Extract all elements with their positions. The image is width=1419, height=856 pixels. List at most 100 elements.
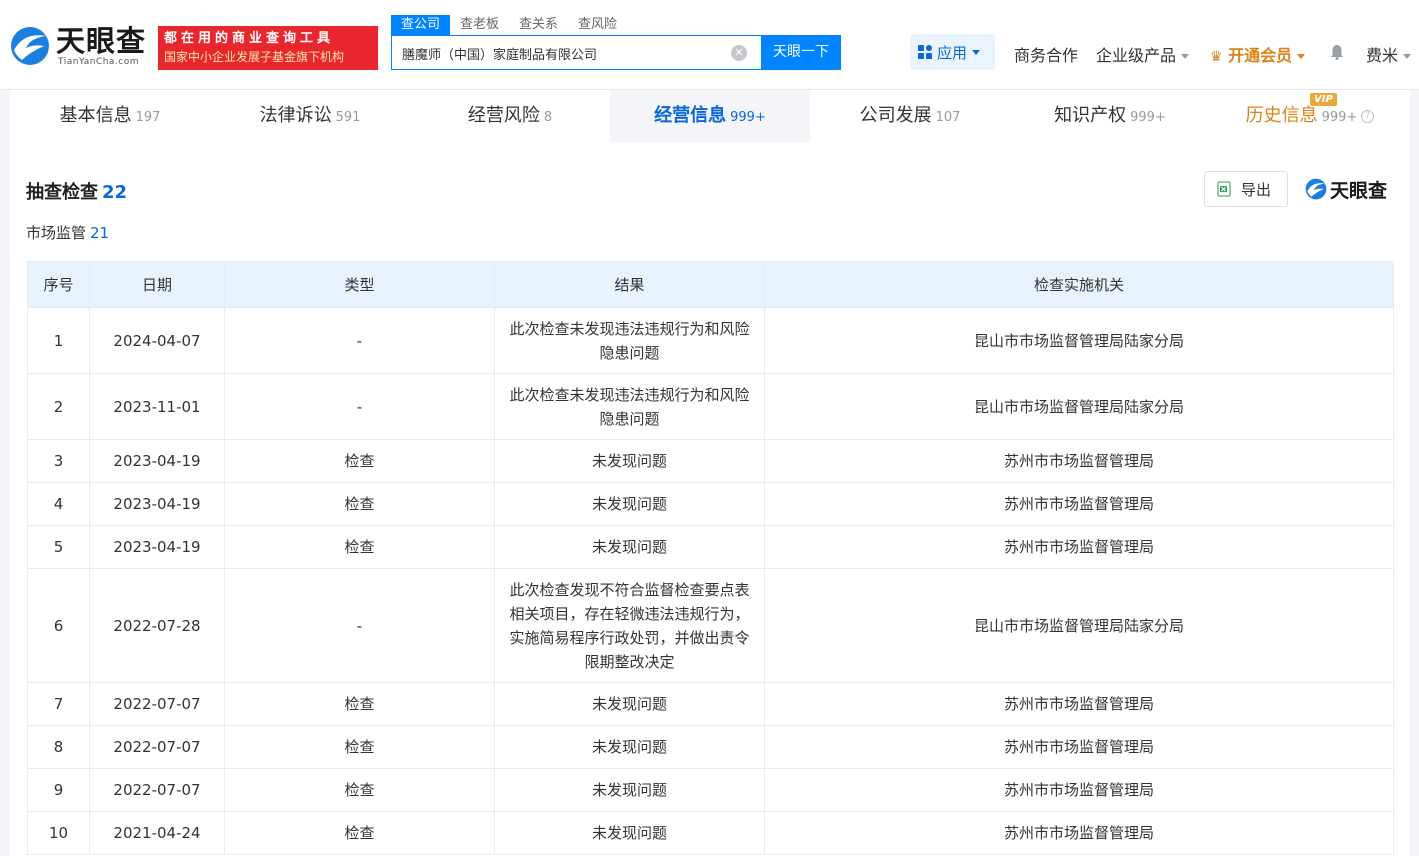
app-menu-button[interactable]: 应用 <box>910 34 995 70</box>
app-menu-label: 应用 <box>937 43 968 62</box>
cell-result: 此次检查未发现违法违规行为和风险隐患问题 <box>494 373 765 440</box>
cell-no: 6 <box>27 568 90 683</box>
cell-agency: 昆山市市场监督管理局陆家分局 <box>764 568 1394 683</box>
nav-business[interactable]: 商务合作 <box>1014 42 1078 66</box>
cell-agency: 苏州市市场监督管理局 <box>764 811 1394 855</box>
search-tab-risk[interactable]: 查风险 <box>568 15 627 35</box>
cell-result: 未发现问题 <box>494 811 765 855</box>
tab-development[interactable]: 公司发展 107 <box>810 90 1010 142</box>
tab-label: 经营信息 <box>654 105 727 126</box>
user-name: 费米 <box>1366 46 1399 65</box>
tab-count: 8 <box>543 110 553 125</box>
tab-history[interactable]: VIP 历史信息 999+? <box>1210 90 1410 142</box>
nav-user[interactable]: 费米 <box>1366 42 1412 66</box>
chevron-down-icon <box>1297 54 1306 59</box>
nav-vip-label: 开通会员 <box>1228 46 1293 65</box>
subsection-label: 市场监管 <box>26 224 87 242</box>
tab-basic-info[interactable]: 基本信息 197 <box>10 90 210 142</box>
nav-enterprise-label: 企业级产品 <box>1096 46 1177 65</box>
cell-result: 此次检查未发现违法违规行为和风险隐患问题 <box>494 307 765 374</box>
section-title: 抽查检查 22 <box>26 178 127 204</box>
tab-label: 经营风险 <box>467 105 540 126</box>
top-header: 天眼查 TianYanCha.com 都在用的商业查询工具 国家中小企业发展子基… <box>0 0 1419 90</box>
table-row: 10 2021-04-24 检查 未发现问题 苏州市市场监督管理局 <box>27 811 1394 855</box>
cell-date: 2021-04-24 <box>89 811 225 855</box>
cell-date: 2023-04-19 <box>89 439 225 483</box>
col-header-date: 日期 <box>89 261 225 308</box>
cell-result: 未发现问题 <box>494 525 765 569</box>
cell-date: 2023-04-19 <box>89 525 225 569</box>
col-header-no: 序号 <box>27 261 90 308</box>
apps-grid-icon <box>918 45 932 59</box>
brand-text: 天眼查 <box>1330 179 1388 202</box>
cell-type: 检查 <box>224 725 495 769</box>
search-tab-company[interactable]: 查公司 <box>391 15 451 35</box>
tab-risk[interactable]: 经营风险 8 <box>410 90 610 142</box>
search-input[interactable]: 膳魔师（中国）家庭制品有限公司 ✕ <box>391 35 761 70</box>
chevron-down-icon <box>972 49 981 55</box>
crown-icon: ♛ <box>1210 49 1223 65</box>
cell-type: 检查 <box>224 482 495 526</box>
cell-agency: 苏州市市场监督管理局 <box>764 768 1394 812</box>
bell-icon[interactable] <box>1330 44 1344 60</box>
subsection-count: 21 <box>90 224 110 242</box>
cell-result: 此次检查发现不符合监督检查要点表相关项目，存在轻微违法违规行为，实施简易程序行政… <box>494 568 765 683</box>
cell-type: - <box>224 373 495 440</box>
export-button[interactable]: 导出 <box>1204 171 1288 207</box>
inspection-card: 抽查检查 22 市场监管 21 导出 天眼查 序号 日期 类型 结果 检查实施机关 <box>10 142 1410 856</box>
tab-count: 107 <box>935 110 961 125</box>
tianyancha-logo[interactable]: 天眼查 TianYanCha.com <box>8 24 150 70</box>
nav-enterprise[interactable]: 企业级产品 <box>1096 42 1190 66</box>
logo-mark-icon <box>1305 178 1327 200</box>
table-row: 3 2023-04-19 检查 未发现问题 苏州市市场监督管理局 <box>27 439 1394 483</box>
tab-count: 999+ <box>1321 110 1358 125</box>
cell-no: 7 <box>27 682 90 726</box>
tab-ip[interactable]: 知识产权 999+ <box>1010 90 1210 142</box>
cell-date: 2023-11-01 <box>89 373 225 440</box>
cell-no: 1 <box>27 307 90 374</box>
cell-type: 检查 <box>224 768 495 812</box>
cell-no: 10 <box>27 811 90 855</box>
tab-legal[interactable]: 法律诉讼 591 <box>210 90 410 142</box>
subsection-title: 市场监管 21 <box>26 222 109 243</box>
cell-type: 检查 <box>224 525 495 569</box>
slogan-banner: 都在用的商业查询工具 国家中小企业发展子基金旗下机构 <box>158 26 378 70</box>
chevron-down-icon <box>1403 54 1412 59</box>
search-tab-relation[interactable]: 查关系 <box>509 15 568 35</box>
cell-result: 未发现问题 <box>494 682 765 726</box>
search-tab-boss[interactable]: 查老板 <box>450 15 509 35</box>
clear-icon[interactable]: ✕ <box>731 45 747 61</box>
cell-agency: 昆山市市场监督管理局陆家分局 <box>764 307 1394 374</box>
tab-label: 基本信息 <box>59 105 132 126</box>
cell-date: 2022-07-07 <box>89 725 225 769</box>
slogan-line-2: 国家中小企业发展子基金旗下机构 <box>164 50 345 64</box>
search-input-value: 膳魔师（中国）家庭制品有限公司 <box>402 48 598 63</box>
tab-count: 197 <box>135 110 161 125</box>
tab-label: 公司发展 <box>859 105 932 126</box>
nav-vip[interactable]: ♛ 开通会员 <box>1210 42 1306 66</box>
inspection-table: 序号 日期 类型 结果 检查实施机关 1 2024-04-07 - 此次检查未发… <box>27 261 1394 855</box>
cell-date: 2022-07-28 <box>89 568 225 683</box>
logo-text: 天眼查 <box>56 24 147 58</box>
cell-agency: 苏州市市场监督管理局 <box>764 682 1394 726</box>
export-label: 导出 <box>1241 180 1272 199</box>
help-icon[interactable]: ? <box>1361 109 1375 123</box>
col-header-type: 类型 <box>224 261 495 308</box>
search-button[interactable]: 天眼一下 <box>761 35 841 70</box>
search-type-tabs: 查公司 查老板 查关系 查风险 <box>391 15 627 35</box>
cell-type: 检查 <box>224 682 495 726</box>
tab-count: 999+ <box>730 110 766 125</box>
cell-result: 未发现问题 <box>494 725 765 769</box>
cell-date: 2023-04-19 <box>89 482 225 526</box>
tab-count: 999+ <box>1130 110 1166 125</box>
tab-operation-info[interactable]: 经营信息 999+ <box>610 90 810 142</box>
slogan-line-1: 都在用的商业查询工具 <box>164 31 335 46</box>
cell-agency: 苏州市市场监督管理局 <box>764 525 1394 569</box>
cell-date: 2022-07-07 <box>89 682 225 726</box>
table-row: 6 2022-07-28 - 此次检查发现不符合监督检查要点表相关项目，存在轻微… <box>27 568 1394 683</box>
table-row: 8 2022-07-07 检查 未发现问题 苏州市市场监督管理局 <box>27 725 1394 769</box>
cell-no: 5 <box>27 525 90 569</box>
logo-subtext: TianYanCha.com <box>58 57 140 67</box>
tab-label: 历史信息 <box>1245 105 1318 126</box>
cell-agency: 昆山市市场监督管理局陆家分局 <box>764 373 1394 440</box>
